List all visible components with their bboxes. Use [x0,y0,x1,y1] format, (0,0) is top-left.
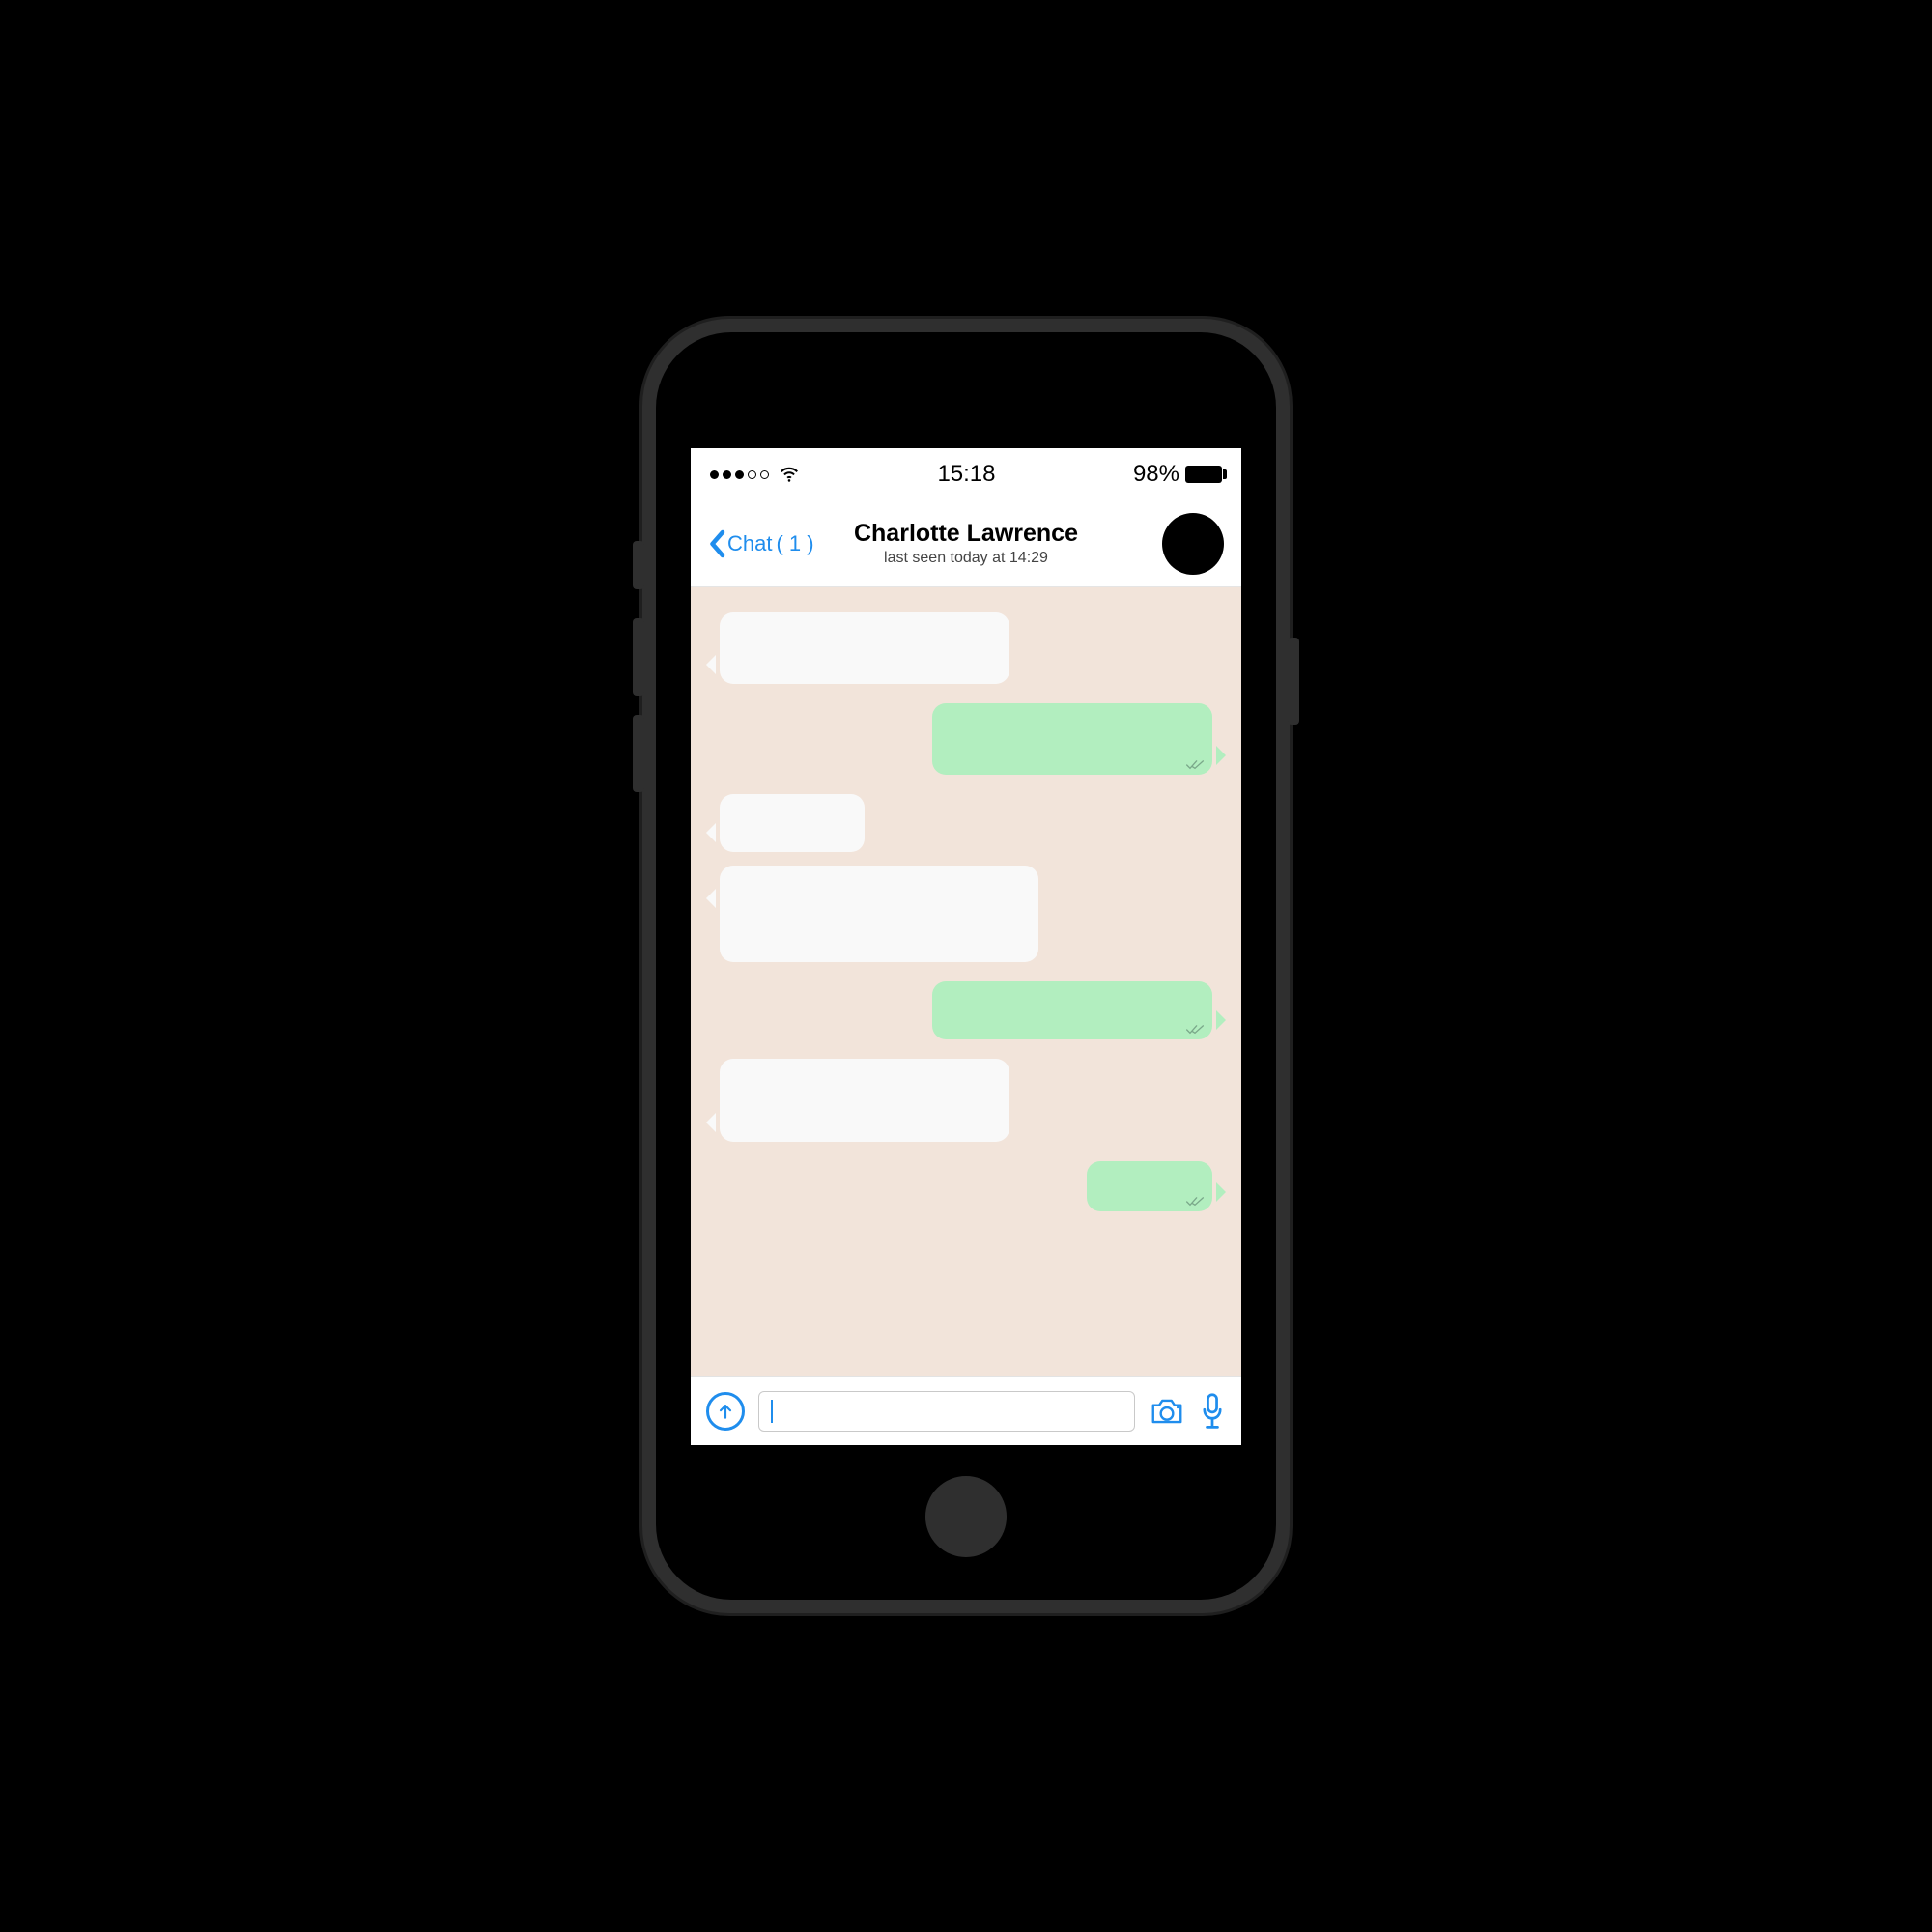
phone-bezel: 15:18 98% Chat ( 1 ) Charlotte Lawrence [656,332,1276,1600]
read-receipt-icon [1185,1196,1205,1208]
clock: 15:18 [937,461,995,488]
message-bubble-incoming[interactable] [720,612,1009,684]
front-camera [961,375,971,384]
back-button[interactable]: Chat ( 1 ) [708,529,814,558]
camera-button[interactable] [1149,1393,1185,1430]
message-bubble-incoming[interactable] [720,866,1038,962]
avatar[interactable] [1162,513,1224,575]
power-button [1288,638,1299,724]
status-right: 98% [1133,461,1222,488]
screen: 15:18 98% Chat ( 1 ) Charlotte Lawrence [691,448,1241,1445]
chevron-left-icon [708,529,725,558]
volume-up-button [633,618,644,696]
home-button[interactable] [918,1468,1014,1565]
message-bubble-incoming[interactable] [720,794,865,852]
unread-count: ( 1 ) [776,531,813,556]
message-bubble-outgoing[interactable] [1087,1161,1212,1211]
back-label: Chat [727,531,772,556]
message-input[interactable] [758,1391,1135,1432]
cellular-signal-icon [710,470,769,479]
phone-frame: 15:18 98% Chat ( 1 ) Charlotte Lawrence [642,319,1290,1613]
battery-icon [1185,466,1222,483]
message-list[interactable] [691,587,1241,1376]
battery-percent: 98% [1133,461,1179,488]
status-left [710,464,800,485]
status-bar: 15:18 98% [691,448,1241,500]
read-receipt-icon [1185,1024,1205,1036]
microphone-icon [1199,1392,1226,1431]
mute-switch [633,541,644,589]
share-button[interactable] [706,1392,745,1431]
arrow-up-icon [716,1402,735,1421]
wifi-icon [779,464,800,485]
read-receipt-icon [1185,759,1205,771]
volume-down-button [633,715,644,792]
message-bubble-incoming[interactable] [720,1059,1009,1142]
chat-header: Chat ( 1 ) Charlotte Lawrence last seen … [691,500,1241,587]
text-caret [771,1400,773,1423]
camera-icon [1149,1393,1185,1430]
message-bubble-outgoing[interactable] [932,703,1212,775]
input-bar [691,1376,1241,1445]
earpiece-speaker [913,396,1019,408]
microphone-button[interactable] [1199,1392,1226,1431]
message-bubble-outgoing[interactable] [932,981,1212,1039]
